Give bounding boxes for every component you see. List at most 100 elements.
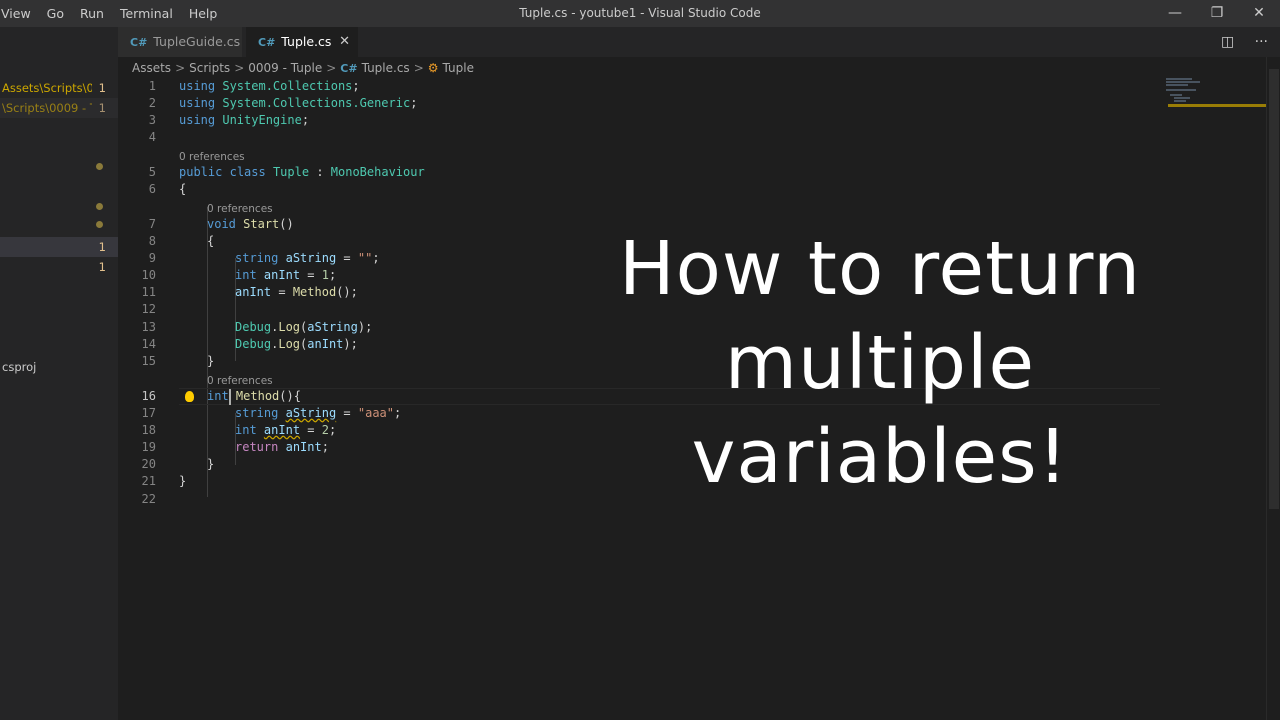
file-item[interactable]: 1 bbox=[0, 257, 118, 277]
menu-help[interactable]: Help bbox=[181, 0, 226, 27]
chevron-right-icon: > bbox=[234, 61, 245, 75]
punct: (); bbox=[336, 285, 358, 299]
code-line: using System.Collections.Generic; bbox=[179, 95, 417, 112]
keyword: using bbox=[179, 113, 216, 127]
line-number: 12 bbox=[141, 302, 156, 316]
tab-tuple[interactable]: C# Tuple.cs ✕ bbox=[246, 27, 358, 57]
code-line: using UnityEngine; bbox=[179, 112, 309, 129]
more-actions-icon[interactable]: ··· bbox=[1255, 34, 1268, 50]
file-item[interactable] bbox=[0, 215, 118, 235]
code-line: int Method(){ bbox=[207, 388, 301, 405]
breadcrumb-item[interactable]: Scripts bbox=[189, 61, 230, 75]
code-line: string aString = "aaa"; bbox=[235, 405, 401, 422]
punct: ; bbox=[328, 423, 337, 437]
file-name: csproj bbox=[2, 360, 37, 374]
punct: ); bbox=[343, 337, 358, 351]
breadcrumb: Assets > Scripts >0009 - Tuple > C# Tuple.cs > ⚙… bbox=[132, 59, 474, 77]
variable-warning: anInt bbox=[263, 423, 301, 437]
minimize-button[interactable]: — bbox=[1154, 0, 1196, 27]
problem-item-path: \Scripts\0009 - Tu... bbox=[2, 101, 92, 115]
line-number: 19 bbox=[141, 440, 156, 454]
breadcrumb-item[interactable]: Assets bbox=[132, 61, 171, 75]
file-item[interactable] bbox=[0, 157, 118, 177]
close-tab-icon[interactable]: ✕ bbox=[339, 27, 350, 57]
line-number: 20 bbox=[141, 457, 156, 471]
code-line: string aString = ""; bbox=[235, 250, 380, 267]
split-editor-icon[interactable]: ◫ bbox=[1221, 34, 1234, 50]
keyword: void bbox=[207, 217, 236, 231]
minimap-line bbox=[1166, 78, 1192, 80]
file-problem-count: 1 bbox=[98, 260, 106, 274]
restore-button[interactable]: ❐ bbox=[1196, 0, 1238, 27]
punct: ; bbox=[328, 268, 337, 282]
problem-item[interactable]: \Scripts\0009 - Tu... 1 bbox=[0, 98, 118, 118]
punct: ; bbox=[352, 79, 360, 93]
line-number: 15 bbox=[141, 354, 156, 368]
csharp-icon: C# bbox=[258, 36, 276, 49]
punct: ; bbox=[301, 113, 310, 127]
variable: anInt bbox=[263, 268, 301, 282]
variable: anInt bbox=[235, 285, 272, 299]
type-name: Debug bbox=[235, 320, 272, 334]
sidebar: Assets\Scripts\00... 1 \Scripts\0009 - T… bbox=[0, 27, 118, 720]
punct: : bbox=[316, 165, 324, 179]
operator: = bbox=[278, 285, 286, 299]
title-bar: View Go Run Terminal Help Tuple.cs - you… bbox=[0, 0, 1280, 27]
menu-terminal[interactable]: Terminal bbox=[112, 0, 181, 27]
menu-run[interactable]: Run bbox=[72, 0, 112, 27]
namespace: System.Collections bbox=[222, 79, 353, 93]
menu-view[interactable]: View bbox=[0, 0, 39, 27]
codelens-references[interactable]: 0 references bbox=[207, 203, 273, 216]
menu-go[interactable]: Go bbox=[39, 0, 72, 27]
code-line: } bbox=[207, 457, 215, 471]
minimap-line bbox=[1166, 81, 1200, 83]
code-line: Debug.Log(anInt); bbox=[235, 336, 358, 353]
base-class: MonoBehaviour bbox=[330, 165, 425, 179]
file-item[interactable] bbox=[0, 197, 118, 217]
line-number: 17 bbox=[141, 406, 156, 420]
chevron-right-icon: > bbox=[326, 61, 337, 75]
code-line: { bbox=[207, 234, 215, 248]
line-number-active: 16 bbox=[141, 389, 156, 403]
csharp-icon: C# bbox=[340, 62, 358, 75]
breadcrumb-item[interactable]: Tuple bbox=[443, 61, 474, 75]
keyword: int bbox=[235, 268, 257, 282]
codelens-references[interactable]: 0 references bbox=[179, 151, 245, 164]
minimap-line bbox=[1166, 84, 1188, 86]
class-name: Tuple bbox=[272, 165, 310, 179]
variable: aString bbox=[285, 251, 337, 265]
breadcrumb-item[interactable]: 0009 - Tuple bbox=[248, 61, 322, 75]
minimap-current-line bbox=[1168, 104, 1266, 107]
file-item-selected[interactable]: 1 bbox=[0, 237, 118, 257]
overlay-line: variables! bbox=[691, 414, 1069, 500]
code-line: return anInt; bbox=[235, 439, 329, 456]
tab-bar: C# TupleGuide.cs C# Tuple.cs ✕ ◫ ··· bbox=[118, 27, 1280, 57]
close-window-button[interactable]: ✕ bbox=[1238, 0, 1280, 27]
operator: = bbox=[343, 251, 351, 265]
scrollbar-thumb[interactable] bbox=[1269, 69, 1279, 509]
namespace: System.Collections.Generic bbox=[222, 96, 411, 110]
vertical-scrollbar[interactable] bbox=[1266, 57, 1280, 720]
punct: (){ bbox=[279, 389, 301, 403]
text-cursor bbox=[229, 389, 231, 405]
type-name: Debug bbox=[235, 337, 272, 351]
control-keyword: return bbox=[235, 440, 279, 454]
modified-dot-icon bbox=[96, 221, 103, 228]
codelens-references[interactable]: 0 references bbox=[207, 375, 273, 388]
function-call: Log bbox=[278, 320, 301, 334]
breadcrumb-item[interactable]: Tuple.cs bbox=[362, 61, 410, 75]
problem-item[interactable]: Assets\Scripts\00... 1 bbox=[0, 78, 118, 98]
code-line: int anInt = 2; bbox=[235, 422, 336, 439]
line-number: 5 bbox=[148, 165, 156, 179]
variable-warning: aString bbox=[285, 406, 337, 420]
file-item-csproj[interactable]: csproj bbox=[0, 357, 118, 377]
keyword: int bbox=[235, 423, 257, 437]
lightbulb-icon[interactable] bbox=[185, 391, 194, 402]
tab-tupleguide[interactable]: C# TupleGuide.cs bbox=[118, 27, 242, 57]
line-number: 2 bbox=[148, 96, 156, 110]
line-number: 3 bbox=[148, 113, 156, 127]
code-line: } bbox=[207, 354, 215, 368]
keyword: using bbox=[179, 96, 216, 110]
code-line: anInt = Method(); bbox=[235, 284, 358, 301]
keyword: int bbox=[207, 389, 229, 403]
